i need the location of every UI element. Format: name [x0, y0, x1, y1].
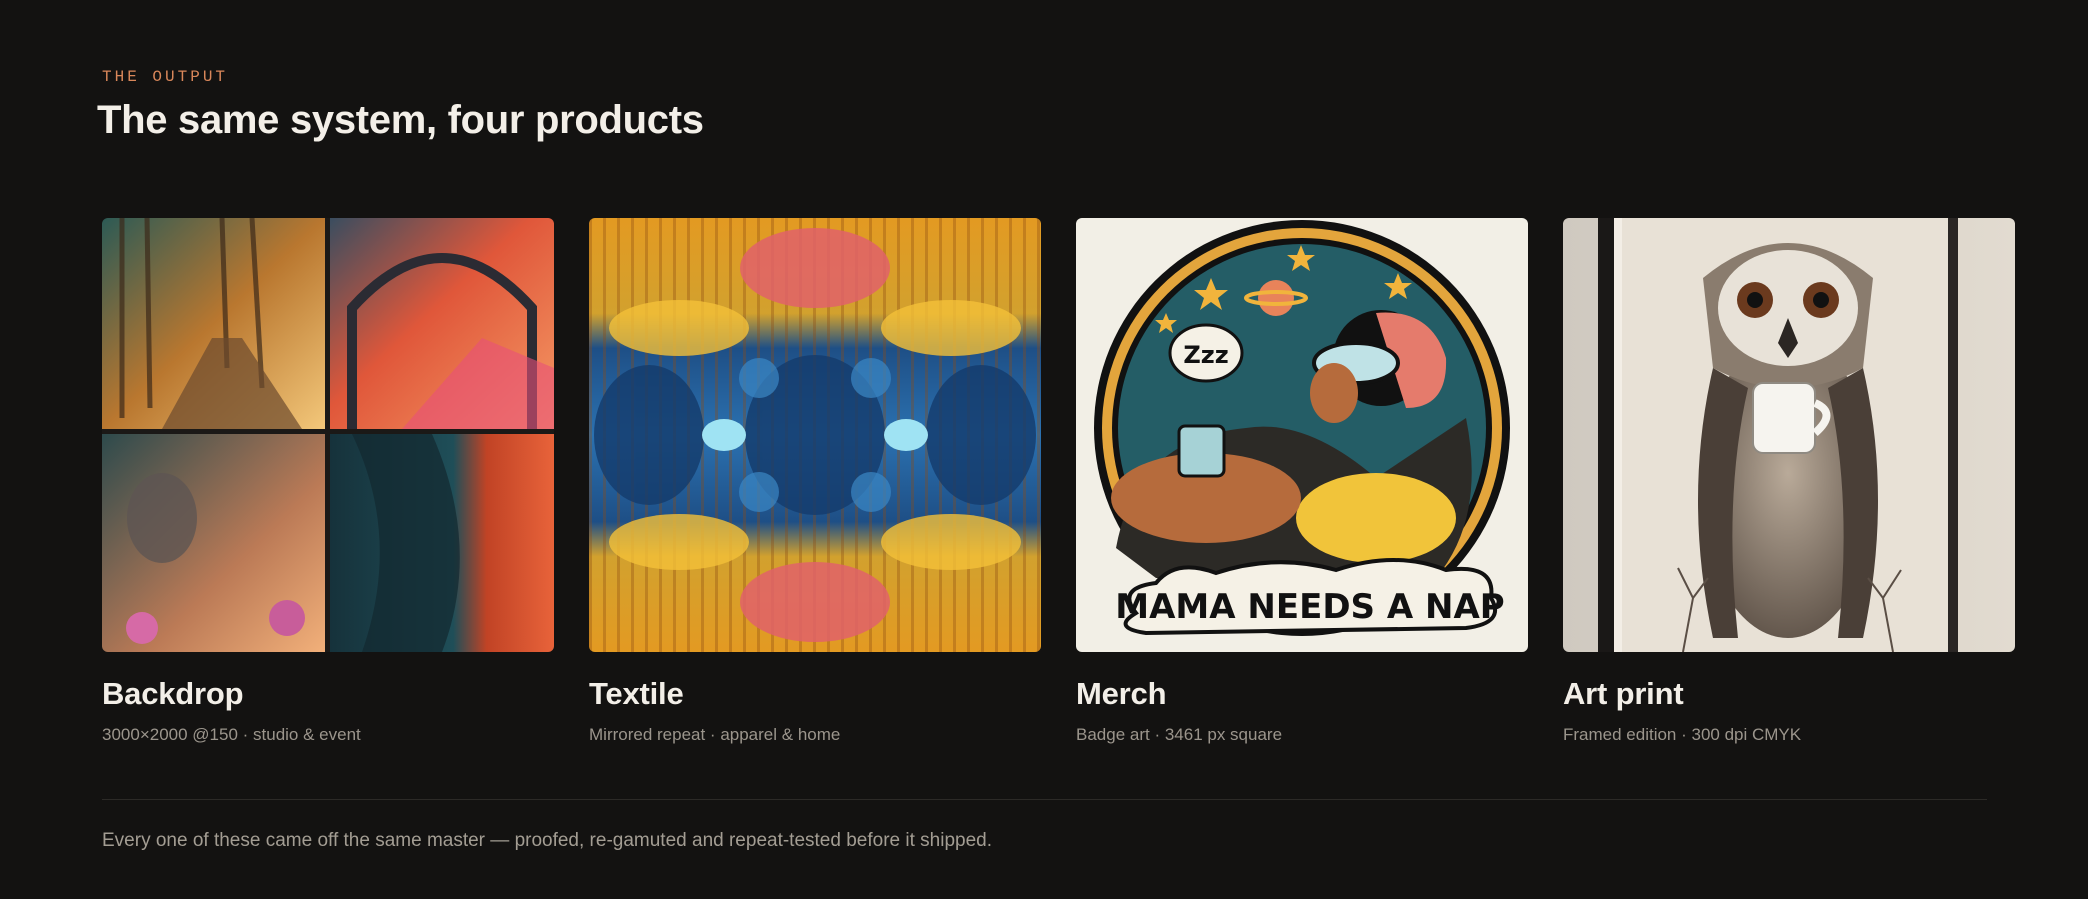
- card-title: Backdrop: [102, 676, 244, 711]
- merch-badge-image: Zzz MAMA NEEDS A NAP: [1076, 218, 1528, 652]
- section-eyebrow: THE OUTPUT: [102, 68, 229, 86]
- product-card-backdrop[interactable]: Backdrop 3000×2000 @150 · studio & event: [102, 218, 554, 745]
- product-card-art-print[interactable]: Art print Framed edition · 300 dpi CMYK: [1563, 218, 2015, 745]
- card-meta: 3000×2000 @150 · studio & event: [102, 725, 361, 744]
- card-meta: Framed edition · 300 dpi CMYK: [1563, 725, 1802, 744]
- product-card-merch[interactable]: Zzz MAMA NEEDS A NAP Merch Badge art · 3…: [1076, 218, 1528, 745]
- footer-note: Every one of these came off the same mas…: [102, 830, 992, 851]
- product-grid: Backdrop 3000×2000 @150 · studio & event: [102, 218, 2015, 745]
- card-title: Merch: [1076, 676, 1167, 711]
- card-title: Art print: [1563, 676, 1684, 711]
- zzz-bubble-text: Zzz: [1183, 341, 1228, 369]
- badge-caption-text: MAMA NEEDS A NAP: [1115, 587, 1504, 627]
- backdrop-collage-image: [102, 218, 554, 652]
- product-card-textile[interactable]: Textile Mirrored repeat · apparel & home: [589, 218, 1041, 745]
- card-title: Textile: [589, 676, 684, 711]
- textile-pattern-image: [589, 218, 1041, 652]
- card-meta: Badge art · 3461 px square: [1076, 725, 1283, 744]
- section-divider: [102, 799, 1987, 800]
- art-print-owl-image: [1563, 218, 2015, 652]
- section-title: The same system, four products: [97, 98, 704, 142]
- card-meta: Mirrored repeat · apparel & home: [589, 725, 841, 744]
